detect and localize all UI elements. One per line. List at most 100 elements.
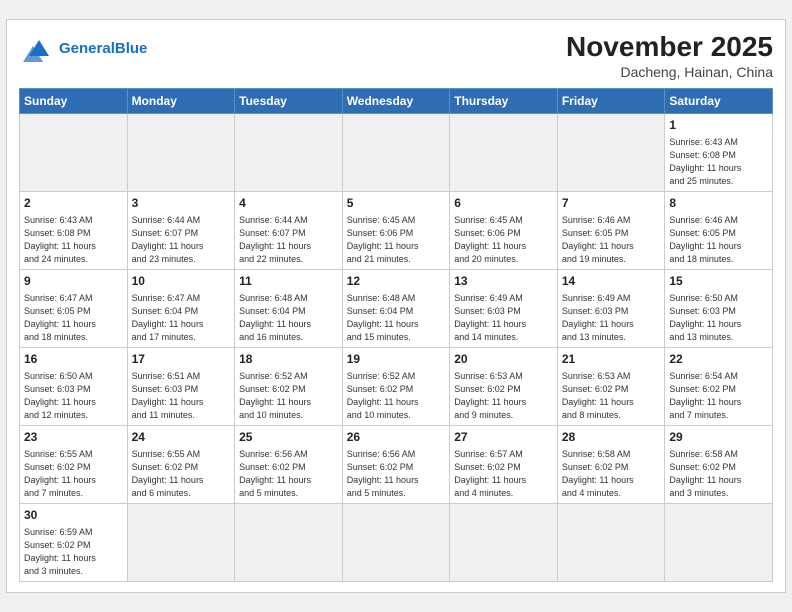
day-number: 21 <box>562 351 661 368</box>
day-cell <box>127 113 235 191</box>
week-row-0: 1 Sunrise: 6:43 AM Sunset: 6:08 PM Daylig… <box>20 113 773 191</box>
day-cell: 1 Sunrise: 6:43 AM Sunset: 6:08 PM Daylig… <box>665 113 773 191</box>
day-cell <box>557 503 665 581</box>
logo-icon <box>19 34 55 64</box>
day-cell: 16Sunrise: 6:50 AM Sunset: 6:03 PM Dayli… <box>20 347 128 425</box>
day-info: Sunrise: 6:53 AM Sunset: 6:02 PM Dayligh… <box>454 370 553 422</box>
col-header-friday: Friday <box>557 88 665 113</box>
day-number: 1 <box>669 117 768 134</box>
day-info: Sunrise: 6:59 AM Sunset: 6:02 PM Dayligh… <box>24 526 123 578</box>
day-cell: 7 Sunrise: 6:46 AM Sunset: 6:05 PM Daylig… <box>557 191 665 269</box>
logo-general: General <box>59 40 115 57</box>
day-number: 27 <box>454 429 553 446</box>
day-cell: 23Sunrise: 6:55 AM Sunset: 6:02 PM Dayli… <box>20 425 128 503</box>
day-number: 18 <box>239 351 338 368</box>
day-cell: 5Sunrise: 6:45 AM Sunset: 6:06 PM Daylig… <box>342 191 450 269</box>
col-header-sunday: Sunday <box>20 88 128 113</box>
day-cell: 8Sunrise: 6:46 AM Sunset: 6:05 PM Daylig… <box>665 191 773 269</box>
day-cell: 20 Sunrise: 6:53 AM Sunset: 6:02 PM Dayli… <box>450 347 558 425</box>
day-cell: 9Sunrise: 6:47 AM Sunset: 6:05 PM Daylig… <box>20 269 128 347</box>
day-number: 2 <box>24 195 123 212</box>
week-row-1: 2 Sunrise: 6:43 AM Sunset: 6:08 PM Daylig… <box>20 191 773 269</box>
day-info: Sunrise: 6:58 AM Sunset: 6:02 PM Dayligh… <box>669 448 768 500</box>
day-cell <box>342 113 450 191</box>
day-number: 4 <box>239 195 338 212</box>
week-row-4: 23Sunrise: 6:55 AM Sunset: 6:02 PM Dayli… <box>20 425 773 503</box>
month-title: November 2025 <box>566 30 773 64</box>
day-number: 28 <box>562 429 661 446</box>
day-cell: 29 Sunrise: 6:58 AM Sunset: 6:02 PM Dayli… <box>665 425 773 503</box>
day-number: 14 <box>562 273 661 290</box>
day-info: Sunrise: 6:56 AM Sunset: 6:02 PM Dayligh… <box>239 448 338 500</box>
day-info: Sunrise: 6:57 AM Sunset: 6:02 PM Dayligh… <box>454 448 553 500</box>
day-cell <box>20 113 128 191</box>
day-info: Sunrise: 6:45 AM Sunset: 6:06 PM Dayligh… <box>347 214 446 266</box>
day-number: 26 <box>347 429 446 446</box>
day-cell <box>450 113 558 191</box>
week-row-2: 9Sunrise: 6:47 AM Sunset: 6:05 PM Daylig… <box>20 269 773 347</box>
day-cell: 2 Sunrise: 6:43 AM Sunset: 6:08 PM Daylig… <box>20 191 128 269</box>
day-cell: 22Sunrise: 6:54 AM Sunset: 6:02 PM Dayli… <box>665 347 773 425</box>
col-header-tuesday: Tuesday <box>235 88 343 113</box>
day-number: 9 <box>24 273 123 290</box>
day-number: 13 <box>454 273 553 290</box>
day-cell: 24Sunrise: 6:55 AM Sunset: 6:02 PM Dayli… <box>127 425 235 503</box>
day-cell: 6 Sunrise: 6:45 AM Sunset: 6:06 PM Daylig… <box>450 191 558 269</box>
week-row-5: 30 Sunrise: 6:59 AM Sunset: 6:02 PM Dayli… <box>20 503 773 581</box>
day-info: Sunrise: 6:44 AM Sunset: 6:07 PM Dayligh… <box>239 214 338 266</box>
day-number: 12 <box>347 273 446 290</box>
day-info: Sunrise: 6:43 AM Sunset: 6:08 PM Dayligh… <box>24 214 123 266</box>
day-number: 20 <box>454 351 553 368</box>
day-info: Sunrise: 6:56 AM Sunset: 6:02 PM Dayligh… <box>347 448 446 500</box>
day-cell: 10 Sunrise: 6:47 AM Sunset: 6:04 PM Dayli… <box>127 269 235 347</box>
day-cell: 15 Sunrise: 6:50 AM Sunset: 6:03 PM Dayli… <box>665 269 773 347</box>
day-cell <box>235 503 343 581</box>
day-number: 22 <box>669 351 768 368</box>
day-info: Sunrise: 6:44 AM Sunset: 6:07 PM Dayligh… <box>132 214 231 266</box>
day-info: Sunrise: 6:49 AM Sunset: 6:03 PM Dayligh… <box>562 292 661 344</box>
day-info: Sunrise: 6:46 AM Sunset: 6:05 PM Dayligh… <box>562 214 661 266</box>
day-info: Sunrise: 6:58 AM Sunset: 6:02 PM Dayligh… <box>562 448 661 500</box>
day-info: Sunrise: 6:51 AM Sunset: 6:03 PM Dayligh… <box>132 370 231 422</box>
day-number: 6 <box>454 195 553 212</box>
day-info: Sunrise: 6:50 AM Sunset: 6:03 PM Dayligh… <box>669 292 768 344</box>
day-cell <box>127 503 235 581</box>
day-number: 25 <box>239 429 338 446</box>
logo: GeneralBlue <box>19 34 147 64</box>
day-cell: 26 Sunrise: 6:56 AM Sunset: 6:02 PM Dayli… <box>342 425 450 503</box>
day-number: 15 <box>669 273 768 290</box>
day-number: 11 <box>239 273 338 290</box>
day-cell: 21 Sunrise: 6:53 AM Sunset: 6:02 PM Dayli… <box>557 347 665 425</box>
day-cell: 12Sunrise: 6:48 AM Sunset: 6:04 PM Dayli… <box>342 269 450 347</box>
day-number: 29 <box>669 429 768 446</box>
day-number: 3 <box>132 195 231 212</box>
day-cell <box>665 503 773 581</box>
day-cell <box>557 113 665 191</box>
day-cell: 13 Sunrise: 6:49 AM Sunset: 6:03 PM Dayli… <box>450 269 558 347</box>
day-info: Sunrise: 6:53 AM Sunset: 6:02 PM Dayligh… <box>562 370 661 422</box>
week-row-3: 16Sunrise: 6:50 AM Sunset: 6:03 PM Dayli… <box>20 347 773 425</box>
col-header-wednesday: Wednesday <box>342 88 450 113</box>
day-info: Sunrise: 6:52 AM Sunset: 6:02 PM Dayligh… <box>347 370 446 422</box>
day-info: Sunrise: 6:55 AM Sunset: 6:02 PM Dayligh… <box>24 448 123 500</box>
day-cell: 30 Sunrise: 6:59 AM Sunset: 6:02 PM Dayli… <box>20 503 128 581</box>
day-info: Sunrise: 6:46 AM Sunset: 6:05 PM Dayligh… <box>669 214 768 266</box>
day-info: Sunrise: 6:47 AM Sunset: 6:04 PM Dayligh… <box>132 292 231 344</box>
day-cell <box>235 113 343 191</box>
day-info: Sunrise: 6:43 AM Sunset: 6:08 PM Dayligh… <box>669 136 768 188</box>
day-number: 7 <box>562 195 661 212</box>
day-number: 24 <box>132 429 231 446</box>
day-cell: 3 Sunrise: 6:44 AM Sunset: 6:07 PM Daylig… <box>127 191 235 269</box>
header-row: SundayMondayTuesdayWednesdayThursdayFrid… <box>20 88 773 113</box>
day-info: Sunrise: 6:49 AM Sunset: 6:03 PM Dayligh… <box>454 292 553 344</box>
day-number: 19 <box>347 351 446 368</box>
day-cell: 4 Sunrise: 6:44 AM Sunset: 6:07 PM Daylig… <box>235 191 343 269</box>
day-info: Sunrise: 6:52 AM Sunset: 6:02 PM Dayligh… <box>239 370 338 422</box>
day-number: 10 <box>132 273 231 290</box>
day-cell: 11Sunrise: 6:48 AM Sunset: 6:04 PM Dayli… <box>235 269 343 347</box>
day-info: Sunrise: 6:50 AM Sunset: 6:03 PM Dayligh… <box>24 370 123 422</box>
day-cell <box>450 503 558 581</box>
day-info: Sunrise: 6:45 AM Sunset: 6:06 PM Dayligh… <box>454 214 553 266</box>
header: GeneralBlue November 2025 Dacheng, Haina… <box>19 30 773 80</box>
day-number: 30 <box>24 507 123 524</box>
